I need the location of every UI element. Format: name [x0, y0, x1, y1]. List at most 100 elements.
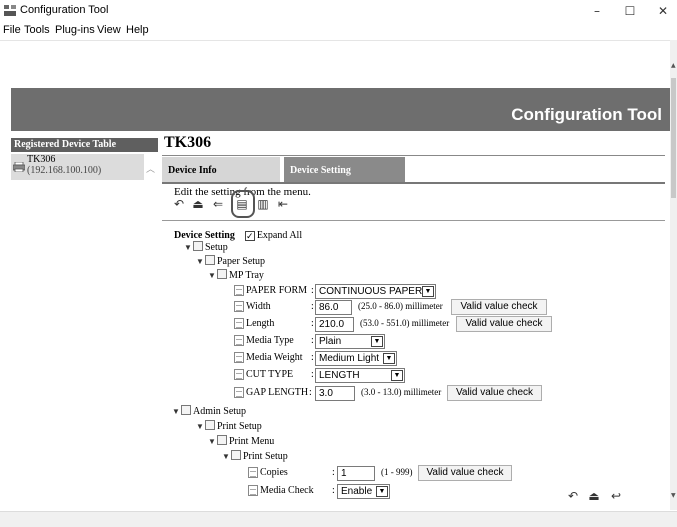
tree-label: Print Setup [243, 451, 288, 462]
printer-icon [13, 162, 25, 172]
media-type-select[interactable]: Plain ▼ [315, 334, 385, 349]
colon: : [311, 335, 314, 346]
triangle-down-icon[interactable]: ▼ [208, 435, 217, 449]
expand-all-checkbox[interactable]: ✓ [244, 231, 255, 241]
close-button[interactable]: ✕ [648, 1, 677, 21]
tree-node-print-setup[interactable]: ▼ Print Setup [196, 420, 262, 434]
colon: : [311, 369, 314, 380]
back-icon[interactable]: ↩ [609, 489, 623, 503]
tree-node-admin-setup[interactable]: ▼ Admin Setup [172, 405, 246, 419]
menu-help[interactable]: Help [126, 24, 149, 36]
media-check-select[interactable]: Enable ▼ [337, 484, 390, 499]
document-icon [234, 318, 244, 329]
colon: : [311, 352, 314, 363]
select-value: LENGTH [319, 370, 360, 381]
folder-icon [205, 255, 215, 265]
upload-icon[interactable]: ⏏ [191, 197, 205, 211]
settings-tree: Device Setting ✓ Expand All ▼ Setup ▼ Paper … [162, 221, 668, 511]
folder-icon [217, 435, 227, 445]
scroll-down-icon[interactable]: ▼ [671, 492, 676, 499]
minimize-button[interactable]: – [582, 1, 612, 21]
triangle-down-icon[interactable]: ▼ [172, 405, 181, 419]
tree-node-print-setup-sub[interactable]: ▼ Print Setup [222, 450, 288, 464]
width-label: Width [246, 301, 271, 312]
colon: : [311, 285, 314, 296]
maximize-button[interactable]: ☐ [615, 1, 645, 21]
tree-label: Print Setup [217, 421, 262, 432]
menu-view[interactable]: View [97, 24, 121, 36]
copies-range: (1 - 999) [381, 467, 413, 477]
select-value: CONTINUOUS PAPER [319, 286, 423, 297]
media-weight-label: Media Weight [246, 352, 303, 363]
device-list-item[interactable]: TK306 (192.168.100.100) [11, 154, 144, 180]
scrollbar-thumb[interactable] [671, 78, 676, 198]
undo-icon[interactable]: ↶ [566, 489, 580, 503]
divider [162, 182, 665, 184]
tree-node-setup[interactable]: ▼ Setup [184, 241, 228, 255]
app-icon [4, 5, 16, 16]
header-spacer [0, 40, 670, 88]
width-valid-check-button[interactable]: Valid value check [451, 299, 547, 315]
tree-node-paper-setup[interactable]: ▼ Paper Setup [196, 255, 265, 269]
expand-all-label: Expand All [256, 230, 303, 241]
document-icon [234, 369, 244, 380]
tree-node-mp-tray[interactable]: ▼ MP Tray [208, 269, 264, 283]
highlight-ring [231, 190, 255, 218]
triangle-down-icon[interactable]: ▼ [196, 420, 205, 434]
tab-device-info[interactable]: Device Info [162, 157, 280, 182]
cut-type-select[interactable]: LENGTH ▼ [315, 368, 405, 383]
menu-plugins[interactable]: Plug-ins [55, 24, 95, 36]
scroll-up-icon[interactable]: ▲ [671, 62, 676, 69]
triangle-down-icon[interactable]: ▼ [196, 255, 205, 269]
tree-label: Print Menu [229, 436, 275, 447]
triangle-down-icon[interactable]: ▼ [208, 269, 217, 283]
paper-form-select[interactable]: CONTINUOUS PAPER ▼ [315, 284, 436, 299]
gap-length-valid-check-button[interactable]: Valid value check [447, 385, 542, 401]
banner-title: Configuration Tool [511, 105, 662, 124]
window-title: Configuration Tool [20, 4, 109, 16]
document-icon [234, 352, 244, 363]
page-scrollbar[interactable] [670, 40, 677, 510]
gap-length-input[interactable]: 3.0 [315, 386, 355, 401]
colon: : [309, 387, 312, 398]
chevron-up-icon[interactable]: ︿ [146, 162, 155, 175]
menu-file[interactable]: File [3, 24, 21, 36]
copies-label: Copies [260, 467, 288, 478]
folder-icon [181, 405, 191, 415]
colon: : [311, 301, 314, 312]
folder-icon [193, 241, 203, 251]
upload-icon[interactable]: ⏏ [587, 489, 601, 503]
chevron-down-icon[interactable]: ▼ [383, 353, 395, 364]
sidebar-header: Registered Device Table [11, 138, 158, 152]
copies-valid-check-button[interactable]: Valid value check [418, 465, 512, 481]
chevron-down-icon[interactable]: ▼ [391, 370, 403, 381]
colon: : [332, 485, 335, 496]
cut-type-label: CUT TYPE [246, 369, 294, 380]
gap-length-label: GAP LENGTH [246, 387, 309, 398]
document-icon [234, 387, 244, 398]
triangle-down-icon[interactable]: ▼ [222, 450, 231, 464]
tab-device-setting[interactable]: Device Setting [284, 157, 405, 182]
chevron-down-icon[interactable]: ▼ [371, 336, 383, 347]
chevron-down-icon[interactable]: ▼ [422, 286, 434, 297]
device-ip: (192.168.100.100) [27, 165, 102, 176]
tree-node-print-menu[interactable]: ▼ Print Menu [208, 435, 274, 449]
document-icon [248, 485, 258, 496]
triangle-down-icon[interactable]: ▼ [184, 241, 193, 255]
copies-input[interactable]: 1 [337, 466, 375, 481]
sidebar: Registered Device Table TK306 (192.168.1… [11, 138, 158, 510]
menu-tools[interactable]: Tools [24, 24, 50, 36]
media-weight-select[interactable]: Medium Light ▼ [315, 351, 397, 366]
length-input[interactable]: 210.0 [315, 317, 354, 332]
back-icon[interactable]: ⇐ [211, 197, 225, 211]
undo-icon[interactable]: ↶ [172, 197, 186, 211]
select-value: Plain [319, 336, 342, 347]
select-value: Medium Light [319, 353, 380, 364]
media-type-label: Media Type [246, 335, 294, 346]
chevron-down-icon[interactable]: ▼ [376, 486, 388, 497]
folder-icon [231, 450, 241, 460]
length-valid-check-button[interactable]: Valid value check [456, 316, 552, 332]
width-input[interactable]: 86.0 [315, 300, 352, 315]
paste-icon[interactable]: ▥ [256, 197, 270, 211]
first-icon[interactable]: ⇤ [276, 197, 290, 211]
